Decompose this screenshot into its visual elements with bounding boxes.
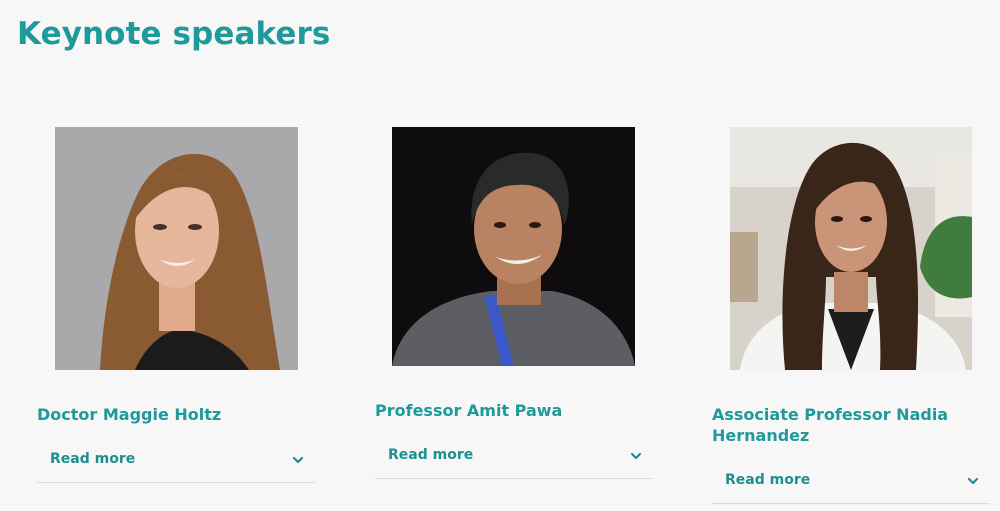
speaker-photo (730, 127, 972, 370)
read-more-toggle[interactable]: Read more (712, 463, 990, 504)
read-more-label: Read more (725, 472, 811, 488)
read-more-label: Read more (388, 447, 474, 463)
chevron-down-icon (630, 452, 642, 460)
chevron-down-icon (967, 477, 979, 485)
portrait-image (392, 127, 635, 366)
read-more-label: Read more (50, 451, 136, 467)
portrait-image (55, 127, 298, 370)
speaker-name: Doctor Maggie Holtz (37, 405, 222, 424)
speaker-name: Associate Professor Nadia Hernandez (712, 405, 949, 445)
portrait-image (730, 127, 972, 370)
read-more-toggle[interactable]: Read more (37, 442, 315, 483)
chevron-down-icon (292, 456, 304, 464)
speaker-photo (55, 127, 298, 370)
read-more-toggle[interactable]: Read more (375, 438, 653, 479)
speaker-name: Professor Amit Pawa (375, 401, 563, 420)
speaker-photo (392, 127, 635, 366)
keynote-speakers-section: Keynote speakers Doctor Maggie Holtz Rea… (0, 0, 1000, 511)
page-title: Keynote speakers (17, 16, 331, 52)
